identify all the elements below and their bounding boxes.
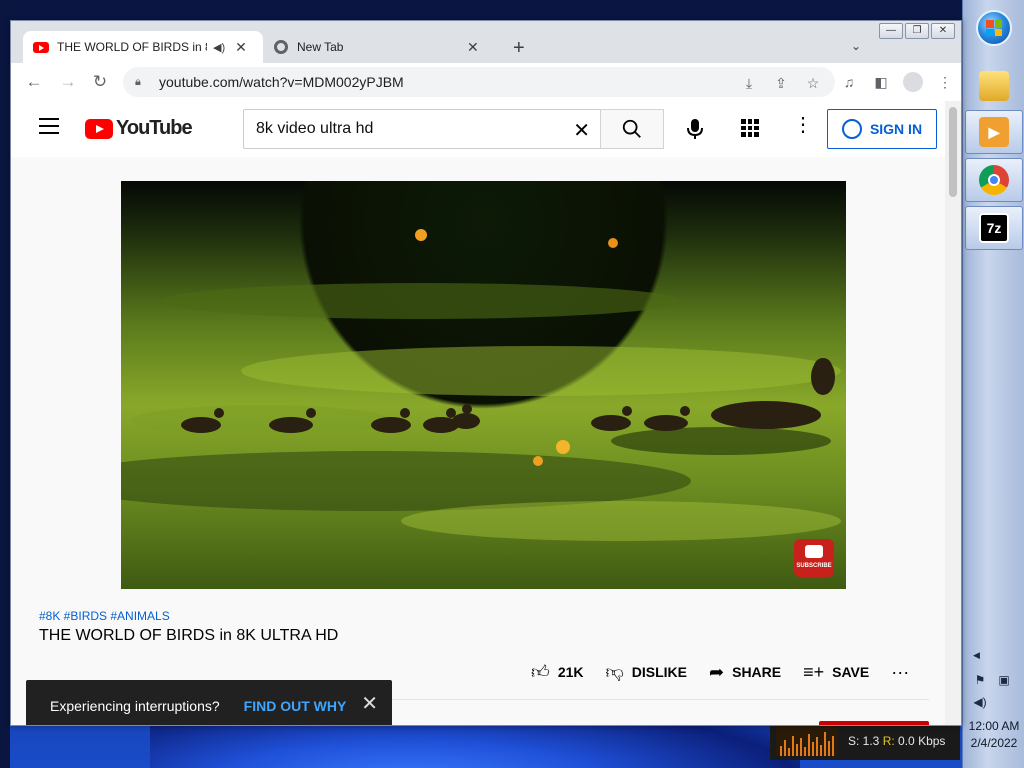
tab-title: THE WORLD OF BIRDS in 8K (57, 40, 207, 54)
taskbar: ▶ 7z ◀ ⚑ ▣ ◀) 12:00 AM 2/4/2022 (962, 0, 1024, 768)
address-bar[interactable]: 🔒︎ youtube.com/watch?v=MDM002yPJBM ⤓ ⇪ ☆ (123, 67, 835, 97)
menu-icon[interactable] (39, 118, 59, 134)
page-scrollbar[interactable] (945, 101, 961, 725)
sign-in-button[interactable]: SIGN IN (827, 109, 937, 149)
audio-playing-icon[interactable]: ◀) (213, 41, 225, 54)
back-button[interactable]: ← (23, 71, 45, 93)
share-arrow-icon: ➦ (709, 661, 725, 682)
search-button[interactable] (600, 109, 664, 149)
address-text: youtube.com/watch?v=MDM002yPJBM (159, 74, 404, 90)
youtube-play-icon (85, 118, 113, 139)
side-panel-icon[interactable]: ◧ (871, 72, 891, 92)
youtube-favicon-icon (33, 39, 49, 55)
taskbar-media-player[interactable]: ▶ (965, 110, 1023, 154)
taskbar-7zip[interactable]: 7z (965, 206, 1023, 250)
share-icon[interactable]: ⇪ (771, 73, 791, 93)
youtube-wordmark: YouTube (116, 117, 193, 139)
taskbar-explorer[interactable] (965, 64, 1023, 108)
video-player[interactable]: SUBSCRIBE (121, 181, 846, 589)
subscribe-button[interactable] (819, 721, 929, 725)
dislike-button[interactable]: 👎︎ DISLIKE (606, 661, 688, 683)
new-tab-button[interactable]: + (513, 37, 525, 60)
share-label: SHARE (732, 664, 782, 680)
browser-toolbar: ← → ↻ 🔒︎ youtube.com/watch?v=MDM002yPJBM… (11, 63, 961, 101)
tray-expand-icon[interactable]: ◀ (973, 650, 980, 661)
interruption-toast: Experiencing interruptions? FIND OUT WHY… (26, 680, 392, 725)
youtube-page: YouTube 8k video ultra hd ✕ ⋮ SIGN IN SU… (11, 101, 947, 725)
folder-icon (979, 71, 1009, 101)
video-actions: 👍︎ 21K 👎︎ DISLIKE ➦ SHARE ≡+ SAVE ··· (531, 661, 909, 683)
settings-more-icon[interactable]: ⋮ (793, 115, 813, 135)
search-input[interactable]: 8k video ultra hd ✕ (243, 109, 601, 149)
chrome-favicon-icon (273, 39, 289, 55)
chrome-icon (979, 165, 1009, 195)
forward-button[interactable]: → (57, 71, 79, 93)
profile-avatar[interactable] (903, 72, 923, 92)
more-horizontal-icon: ··· (891, 661, 910, 682)
network-meter: S: 1.3 R: 0.0 Kbps (770, 722, 960, 760)
start-button[interactable] (976, 10, 1012, 46)
video-hashtags[interactable]: #8K #BIRDS #ANIMALS (39, 609, 170, 623)
search-query: 8k video ultra hd (256, 120, 374, 137)
toast-message: Experiencing interruptions? (50, 698, 220, 714)
close-toast-icon[interactable]: ✕ (361, 694, 378, 714)
windows-flag-icon (986, 20, 1002, 36)
network-icon[interactable]: ▣ (995, 672, 1013, 688)
media-player-icon: ▶ (979, 117, 1009, 147)
more-actions-button[interactable]: ··· (891, 662, 909, 683)
bookmark-star-icon[interactable]: ☆ (803, 73, 823, 93)
clock[interactable]: 12:00 AM 2/4/2022 (963, 718, 1024, 752)
lock-icon[interactable]: 🔒︎ (135, 76, 147, 89)
youtube-logo[interactable]: YouTube (85, 117, 193, 140)
desktop-edge (0, 0, 10, 768)
sign-in-label: SIGN IN (869, 121, 923, 137)
tab-youtube[interactable]: THE WORLD OF BIRDS in 8K ◀) ✕ (23, 31, 263, 63)
account-icon (841, 119, 862, 139)
voice-search-button[interactable] (677, 111, 713, 147)
find-out-why-link[interactable]: FIND OUT WHY (244, 698, 347, 714)
like-count: 21K (557, 664, 584, 680)
tab-new-tab[interactable]: New Tab ✕ (263, 31, 499, 63)
share-button[interactable]: ➦ SHARE (709, 662, 781, 683)
thumbs-down-icon: 👎︎ (605, 662, 624, 682)
tab-search-icon[interactable]: ⌄ (851, 39, 861, 53)
thumbs-up-icon: 👍︎ (531, 662, 550, 682)
browser-window: — ❐ ✕ THE WORLD OF BIRDS in 8K ◀) ✕ New … (10, 20, 962, 726)
tab-title: New Tab (297, 40, 344, 54)
media-control-icon[interactable]: ♫ (839, 72, 859, 92)
close-tab-icon[interactable]: ✕ (235, 39, 247, 56)
youtube-header: YouTube 8k video ultra hd ✕ ⋮ SIGN IN (11, 101, 947, 157)
install-app-icon[interactable]: ⤓ (739, 73, 759, 93)
save-button[interactable]: ≡+ SAVE (803, 662, 869, 683)
clock-time: 12:00 AM (968, 719, 1020, 733)
network-graph (776, 726, 838, 756)
network-stats: S: 1.3 R: 0.0 Kbps (848, 734, 946, 748)
clear-search-icon[interactable]: ✕ (573, 118, 590, 143)
microphone-icon (687, 119, 703, 139)
browser-menu-icon[interactable]: ⋮ (935, 72, 955, 92)
reload-button[interactable]: ↻ (89, 71, 111, 93)
video-title: THE WORLD OF BIRDS in 8K ULTRA HD (39, 627, 339, 644)
tab-strip: THE WORLD OF BIRDS in 8K ◀) ✕ New Tab ✕ … (11, 29, 961, 63)
volume-icon[interactable]: ◀) (971, 694, 989, 710)
video-frame (121, 229, 841, 541)
like-button[interactable]: 👍︎ 21K (531, 661, 584, 683)
subscribe-watermark[interactable]: SUBSCRIBE (794, 539, 834, 577)
7zip-icon: 7z (979, 213, 1009, 243)
system-tray: ⚑ ▣ ◀) (971, 672, 1017, 710)
scrollbar-thumb[interactable] (949, 107, 957, 197)
dislike-label: DISLIKE (631, 664, 688, 680)
taskbar-chrome[interactable] (965, 158, 1023, 202)
playlist-add-icon: ≡+ (803, 661, 825, 682)
search-icon (622, 119, 641, 138)
close-tab-icon[interactable]: ✕ (467, 39, 479, 56)
action-center-flag-icon[interactable]: ⚑ (971, 672, 989, 688)
apps-grid-icon[interactable] (741, 119, 759, 137)
clock-date: 2/4/2022 (970, 736, 1018, 750)
save-label: SAVE (832, 664, 870, 680)
